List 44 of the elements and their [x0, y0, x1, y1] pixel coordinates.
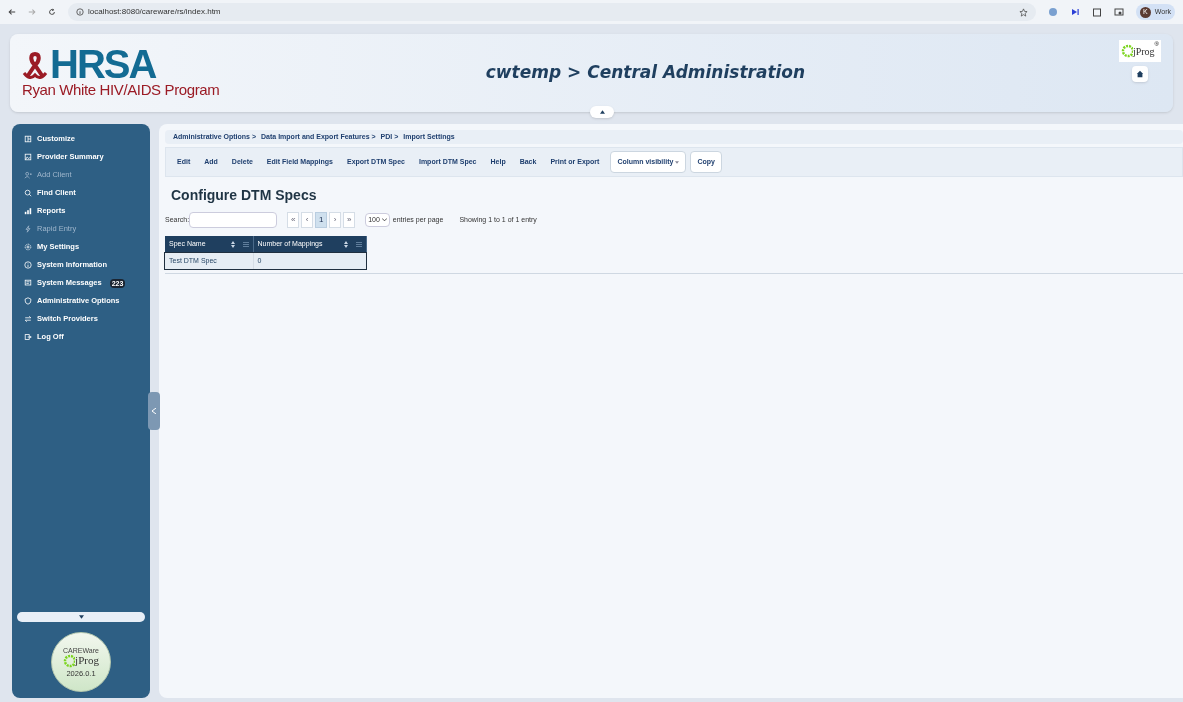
info-icon	[24, 261, 32, 269]
search-field[interactable]	[189, 212, 278, 228]
logo-subtitle: Ryan White HIV/AIDS Program	[22, 81, 221, 99]
layout-icon	[24, 135, 32, 143]
picture-frame-icon	[24, 153, 32, 161]
reload-icon[interactable]	[48, 8, 56, 16]
shield-icon	[24, 297, 32, 305]
ribbon-icon	[22, 51, 48, 81]
page-button[interactable]: ›	[329, 212, 342, 228]
logo-text: HRSA	[50, 47, 156, 81]
star-icon[interactable]	[1018, 7, 1028, 17]
home-icon	[1135, 70, 1144, 78]
tab-search-icon[interactable]	[1113, 7, 1124, 17]
add-user-icon	[24, 171, 32, 179]
message-icon	[24, 279, 32, 287]
menu-icon	[355, 242, 362, 247]
url-text: localhost:8080/careware/rs/index.htm	[88, 6, 221, 18]
page-button[interactable]: ‹	[301, 212, 314, 228]
home-button[interactable]	[1131, 66, 1148, 82]
sort-icon	[230, 241, 235, 248]
menu-icon	[242, 242, 249, 247]
page-button[interactable]: »	[343, 212, 356, 228]
page-title: Configure DTM Specs	[171, 186, 318, 205]
address-bar[interactable]: localhost:8080/careware/rs/index.htm	[68, 3, 1036, 21]
log-out-icon	[24, 333, 32, 341]
caret-left-icon	[152, 408, 156, 414]
sort-icon	[343, 241, 348, 248]
info-icon	[76, 8, 84, 16]
page-button[interactable]: «	[287, 212, 300, 228]
caret-down-icon	[78, 615, 84, 619]
media-icon[interactable]	[1069, 7, 1080, 17]
scroll-down-button[interactable]	[17, 612, 145, 622]
bar-chart-icon	[24, 207, 32, 215]
page-button[interactable]: 1	[315, 212, 328, 228]
lightning-icon	[24, 225, 32, 233]
chevron-down-icon	[381, 218, 387, 222]
caret-up-icon	[599, 110, 605, 114]
settings-icon	[24, 243, 32, 251]
back-icon[interactable]	[8, 8, 16, 16]
caret-down-icon	[675, 160, 680, 164]
page-header-title: cwtemp > Central Administration	[485, 61, 806, 85]
collapse-header-button[interactable]	[590, 106, 614, 118]
swap-icon	[24, 315, 32, 323]
search-icon	[24, 189, 32, 197]
